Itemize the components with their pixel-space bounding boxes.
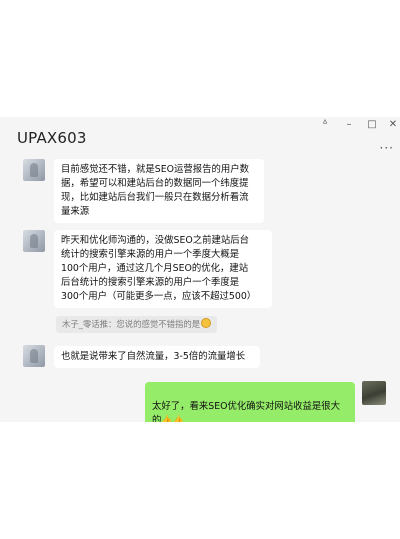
- quoted-reply[interactable]: 木子_零话推：您说的感觉不错指的是: [56, 316, 218, 333]
- thumbs-up-emoji-icon: 👍👍: [161, 416, 184, 422]
- contact-avatar[interactable]: [23, 345, 45, 367]
- title-bar: UPAX603 ᐞ – □ ✕ ···: [0, 117, 400, 159]
- message-bubble: 也就是说带来了自然流量，3-5倍的流量增长: [54, 346, 260, 368]
- chat-window: UPAX603 ᐞ – □ ✕ ··· 目前感觉还不错，就是SEO运营报告的用户…: [0, 117, 400, 422]
- more-options-icon[interactable]: ···: [380, 141, 394, 155]
- my-avatar[interactable]: [362, 381, 386, 405]
- pin-icon[interactable]: ᐞ: [319, 119, 331, 131]
- message-incoming: 目前感觉还不错，就是SEO运营报告的用户数 据，希望可以和建站后台的数据同一个纬…: [0, 155, 400, 225]
- message-incoming: 也就是说带来了自然流量，3-5倍的流量增长: [0, 345, 400, 375]
- chat-title: UPAX603: [17, 129, 87, 147]
- quoted-reply-text: 木子_零话推：您说的感觉不错指的是: [62, 319, 201, 329]
- maximize-icon[interactable]: □: [366, 119, 378, 131]
- contact-avatar[interactable]: [23, 230, 45, 252]
- smile-emoji-icon: [201, 318, 212, 328]
- message-bubble: 太好了，看来SEO优化确实对网站收益是很大 的👍👍: [145, 382, 355, 422]
- message-bubble: 目前感觉还不错，就是SEO运营报告的用户数 据，希望可以和建站后台的数据同一个纬…: [54, 159, 264, 223]
- message-outgoing: 太好了，看来SEO优化确实对网站收益是很大 的👍👍: [0, 379, 400, 422]
- message-bubble: 昨天和优化师沟通的，没做SEO之前建站后台 统计的搜索引擎来源的用户一个季度大概…: [54, 230, 272, 308]
- contact-avatar[interactable]: [23, 159, 45, 181]
- minimize-icon[interactable]: –: [343, 119, 355, 131]
- message-incoming: 昨天和优化师沟通的，没做SEO之前建站后台 统计的搜索引擎来源的用户一个季度大概…: [0, 230, 400, 310]
- close-icon[interactable]: ✕: [387, 119, 399, 131]
